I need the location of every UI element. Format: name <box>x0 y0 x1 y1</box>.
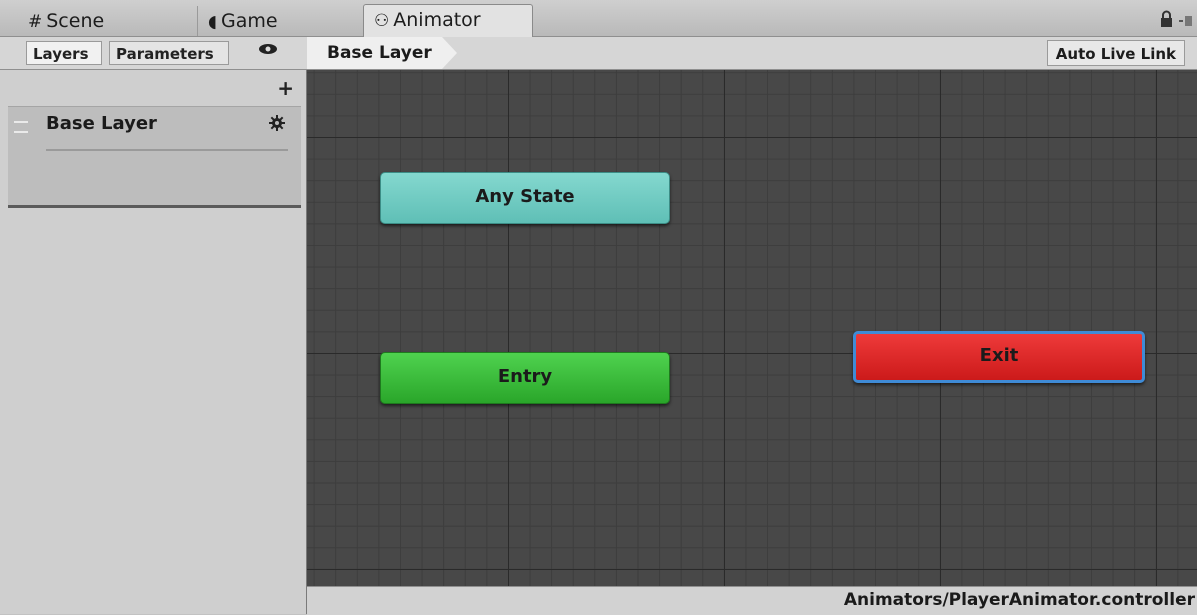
breadcrumb[interactable]: Base Layer <box>307 37 457 69</box>
tab-game[interactable]: ◖ Game <box>198 6 358 36</box>
state-machine-graph[interactable]: Any State Entry Exit <box>307 70 1197 586</box>
tab-animator[interactable]: ⚇ Animator <box>363 4 533 37</box>
drag-handle-icon[interactable] <box>14 121 28 133</box>
controller-path: Animators/PlayerAnimator.controller <box>843 590 1195 610</box>
lock-icon[interactable] <box>1159 10 1193 30</box>
gear-icon[interactable] <box>269 115 285 136</box>
tab-layers[interactable]: Layers <box>26 41 102 65</box>
tab-scene-label: Scene <box>46 10 105 32</box>
layers-panel: + Base Layer <box>0 70 307 614</box>
layer-weight-slider[interactable] <box>46 149 288 151</box>
entry-node[interactable]: Entry <box>380 352 670 404</box>
layer-name: Base Layer <box>46 113 157 134</box>
scene-icon: # <box>28 12 43 32</box>
tab-game-label: Game <box>220 10 278 32</box>
status-bar: Animators/PlayerAnimator.controller <box>307 586 1197 615</box>
tab-animator-label: Animator <box>393 9 481 31</box>
animator-icon: ⚇ <box>374 11 390 31</box>
game-icon: ◖ <box>208 12 217 32</box>
animator-toolbar: Layers Parameters Base Layer Auto Live L… <box>0 37 1197 70</box>
tab-parameters[interactable]: Parameters <box>109 41 229 65</box>
window-tab-bar: # Scene ◖ Game ⚇ Animator <box>0 0 1197 37</box>
auto-live-link-button[interactable]: Auto Live Link <box>1046 40 1185 66</box>
exit-node[interactable]: Exit <box>853 331 1145 383</box>
add-layer-button[interactable]: + <box>277 76 294 100</box>
eye-icon[interactable] <box>258 41 278 62</box>
any-state-node[interactable]: Any State <box>380 172 670 224</box>
layer-item[interactable]: Base Layer <box>8 106 301 208</box>
tab-scene[interactable]: # Scene <box>18 6 198 36</box>
